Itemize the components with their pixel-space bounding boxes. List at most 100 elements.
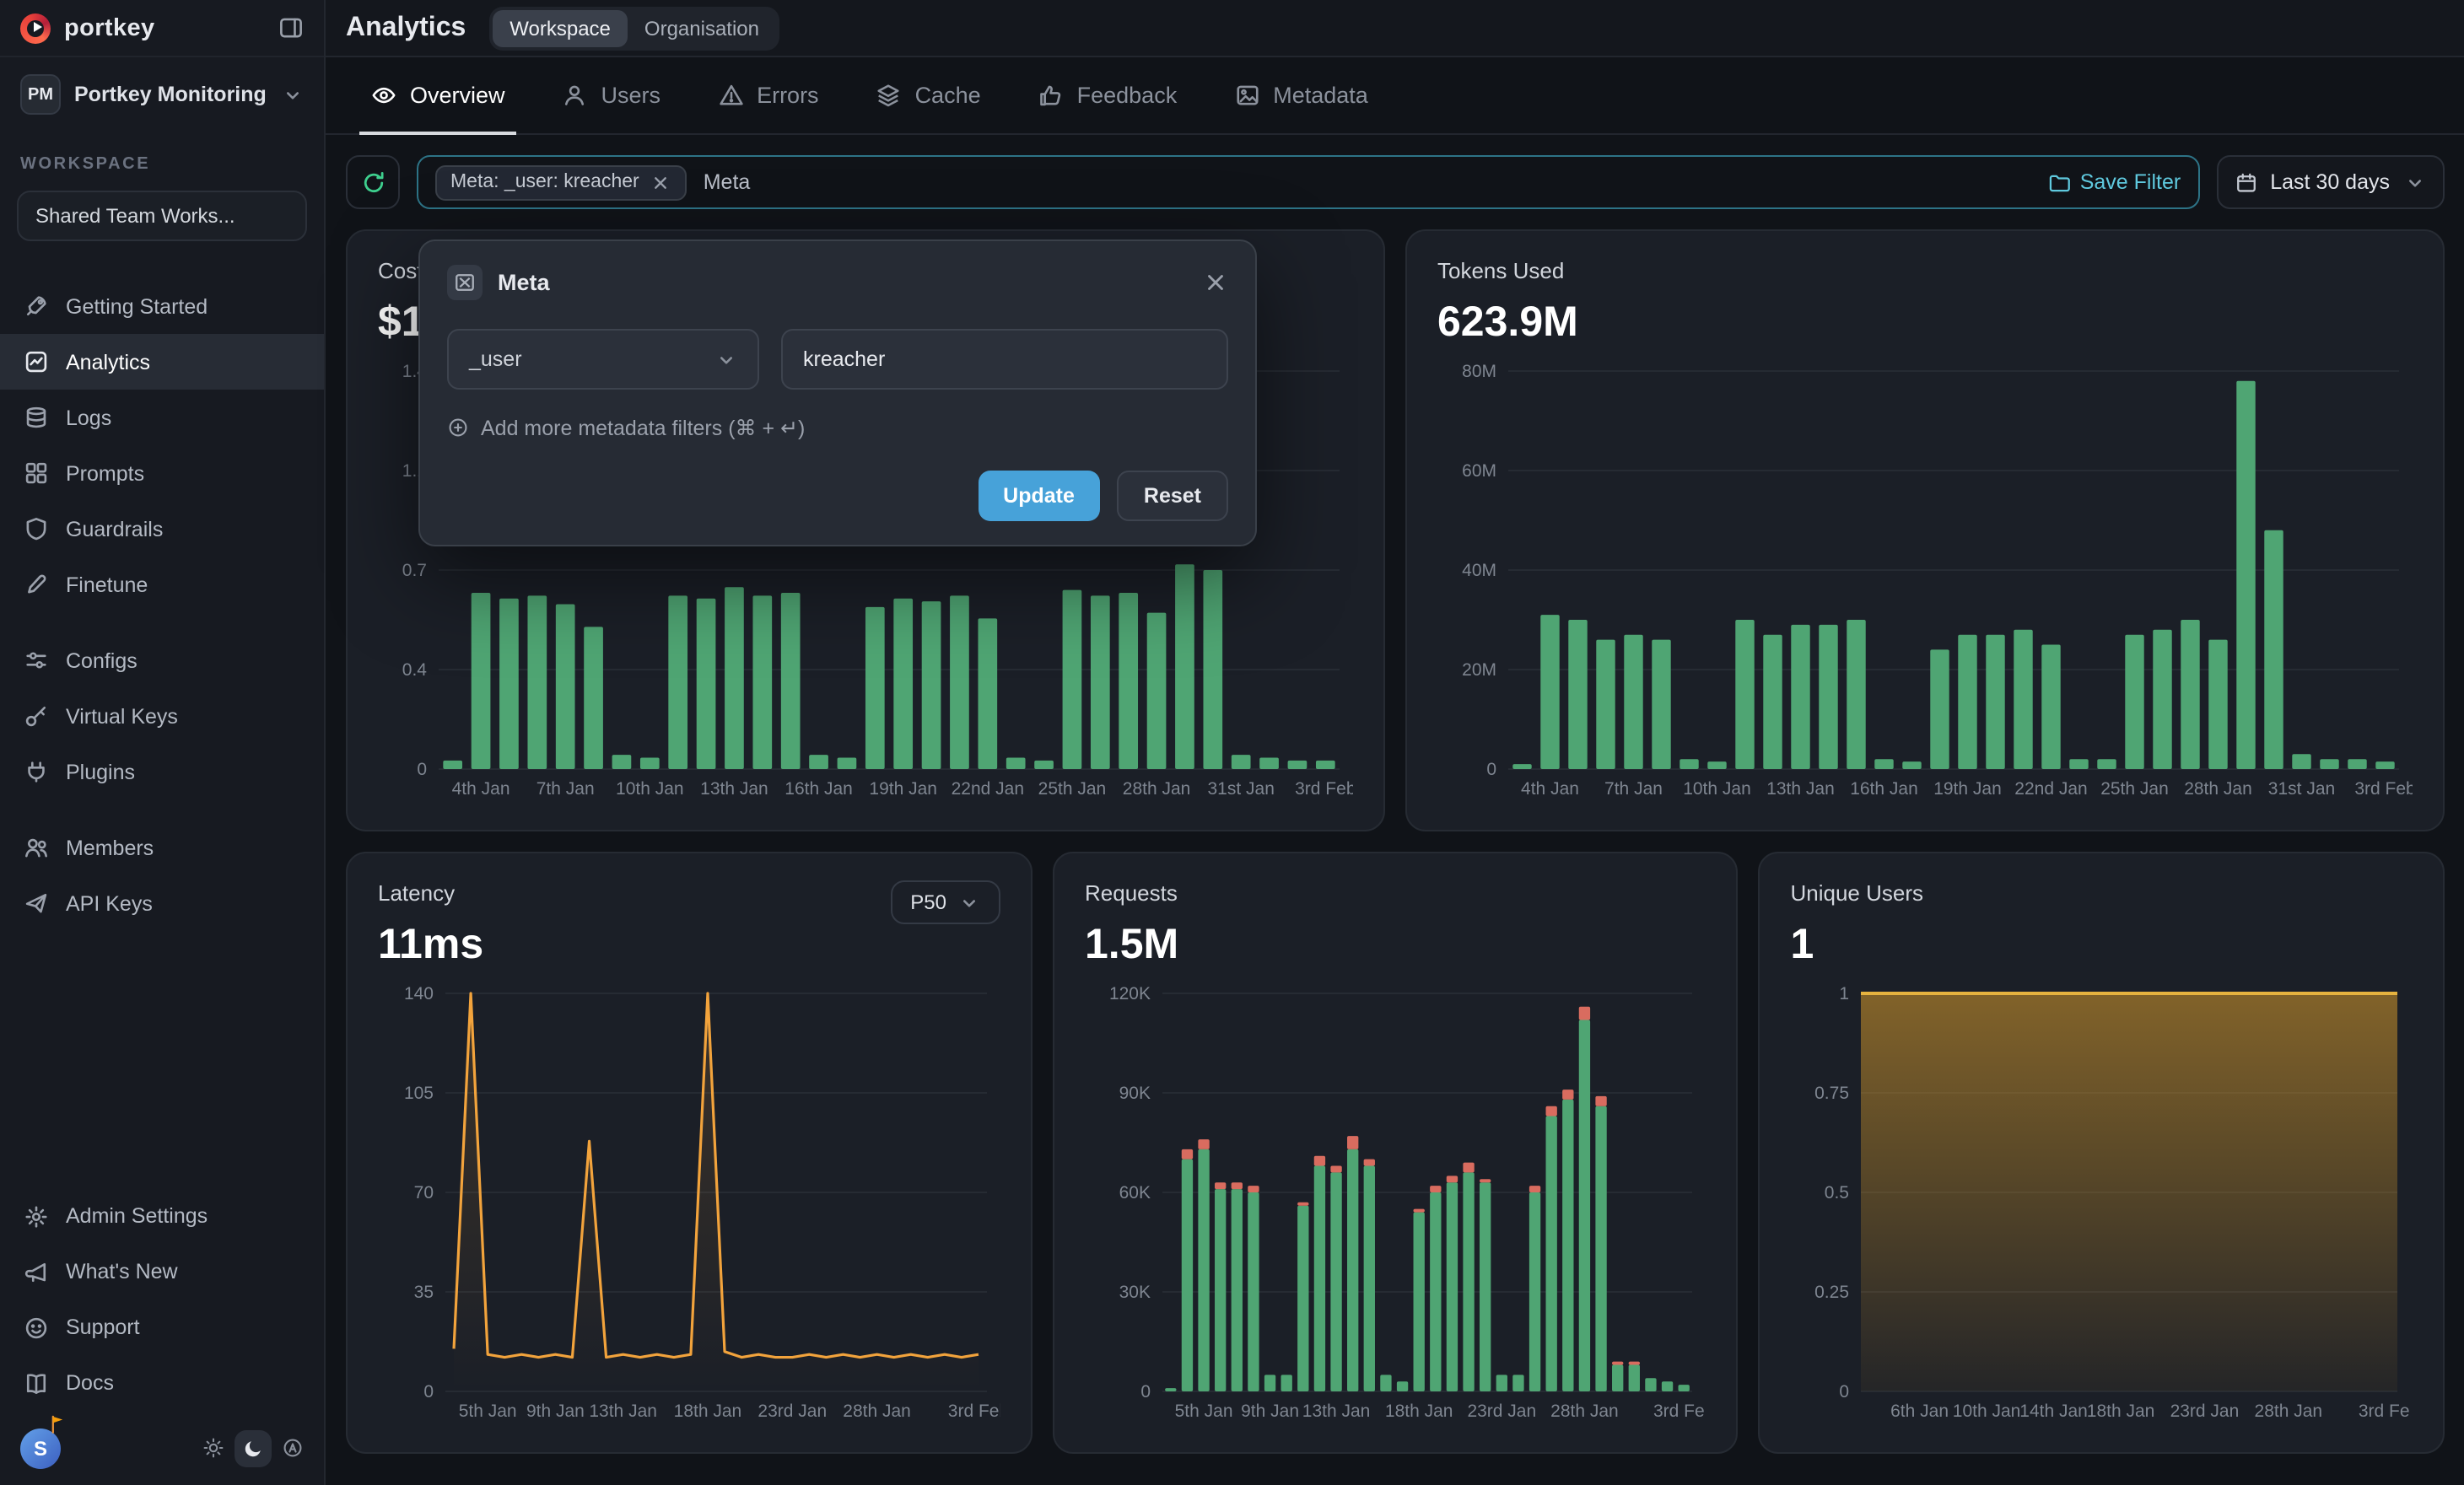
shield-icon [24, 516, 49, 541]
svg-text:20M: 20M [1462, 660, 1496, 680]
svg-text:25th Jan: 25th Jan [1038, 779, 1107, 799]
meta-icon [447, 265, 483, 300]
svg-text:3rd Feb: 3rd Feb [2354, 779, 2413, 799]
org-name: Portkey Monitoring [74, 83, 267, 106]
sidebar-item-label: Docs [66, 1371, 114, 1395]
chevron-down-icon [2403, 171, 2425, 193]
update-button[interactable]: Update [978, 471, 1100, 521]
chevron-down-icon [958, 891, 980, 913]
svg-text:19th Jan: 19th Jan [1933, 779, 2002, 799]
svg-text:18th Jan: 18th Jan [1385, 1402, 1453, 1421]
svg-text:60K: 60K [1119, 1183, 1151, 1203]
sidebar-item-logs[interactable]: Logs [0, 390, 324, 445]
close-icon[interactable] [1203, 270, 1228, 295]
svg-text:35: 35 [414, 1283, 434, 1302]
page-title: Analytics [346, 13, 466, 43]
theme-toggle [202, 1429, 304, 1466]
tab-errors[interactable]: Errors [689, 57, 848, 133]
tab-label: Users [601, 83, 661, 108]
sidebar-item-docs[interactable]: Docs [0, 1355, 324, 1411]
sidebar-collapse-icon[interactable] [278, 15, 304, 40]
svg-text:7th Jan: 7th Jan [1604, 779, 1663, 799]
tab-users[interactable]: Users [534, 57, 690, 133]
svg-text:4th Jan: 4th Jan [452, 779, 510, 799]
filter-input-bar[interactable]: Meta: _user: kreacher Meta Save Filter [417, 155, 2199, 209]
save-filter-button[interactable]: Save Filter [2048, 170, 2181, 194]
svg-text:28th Jan: 28th Jan [843, 1402, 911, 1421]
tab-cache[interactable]: Cache [848, 57, 1010, 133]
svg-text:14th Jan: 14th Jan [2020, 1402, 2089, 1421]
svg-text:23rd Jan: 23rd Jan [1467, 1402, 1536, 1421]
org-badge: PM [20, 74, 61, 115]
sidebar-header: portkey [0, 0, 324, 57]
svg-text:28th Jan: 28th Jan [1123, 779, 1191, 799]
svg-text:40M: 40M [1462, 561, 1496, 580]
sliders-icon [24, 648, 49, 673]
meta-key-select[interactable]: _user [447, 329, 759, 390]
svg-text:13th Jan: 13th Jan [589, 1402, 657, 1421]
meta-value-input[interactable] [781, 329, 1228, 390]
calendar-icon [2235, 171, 2256, 193]
unique-users-card: Unique Users 1 10.750.50.2506th Jan10th … [1759, 852, 2445, 1454]
card-title: Unique Users [1791, 880, 2413, 906]
percentile-select[interactable]: P50 [890, 880, 1000, 924]
tab-feedback[interactable]: Feedback [1010, 57, 1206, 133]
close-icon[interactable] [650, 171, 671, 193]
sidebar-item-configs[interactable]: Configs [0, 632, 324, 688]
svg-text:18th Jan: 18th Jan [674, 1402, 742, 1421]
sidebar-item-virtual-keys[interactable]: Virtual Keys [0, 688, 324, 744]
person-icon [563, 83, 588, 108]
sidebar-item-finetune[interactable]: Finetune [0, 557, 324, 612]
brand-name: portkey [64, 14, 155, 41]
latency-card: Latency 11ms P50 140105703505th Jan9th J… [346, 852, 1033, 1454]
sidebar-item-admin-settings[interactable]: Admin Settings [0, 1188, 324, 1244]
chip-label: Meta: _user: kreacher [450, 172, 639, 192]
sidebar-item-guardrails[interactable]: Guardrails [0, 501, 324, 557]
svg-text:30K: 30K [1119, 1283, 1151, 1302]
tab-overview[interactable]: Overview [342, 57, 534, 133]
sidebar-item-prompts[interactable]: Prompts [0, 445, 324, 501]
workspace-selector[interactable]: Shared Team Works... [17, 191, 307, 241]
sidebar-item-api-keys[interactable]: API Keys [0, 875, 324, 931]
nav-gap [0, 612, 324, 632]
svg-text:3rd Feb: 3rd Feb [1295, 779, 1353, 799]
avatar-initial: S [34, 1436, 47, 1460]
sidebar-item-analytics[interactable]: Analytics [0, 334, 324, 390]
image-icon [1234, 83, 1259, 108]
sidebar-item-members[interactable]: Members [0, 820, 324, 875]
avatar[interactable]: S [20, 1428, 61, 1468]
scope-organisation[interactable]: Organisation [628, 9, 776, 46]
layers-icon [876, 83, 902, 108]
tab-metadata[interactable]: Metadata [1205, 57, 1397, 133]
light-theme-icon[interactable] [202, 1437, 224, 1459]
auto-theme-icon[interactable] [282, 1437, 304, 1459]
requests-card: Requests 1.5M 120K90K60K30K05th Jan9th J… [1053, 852, 1739, 1454]
tab-bar: Overview Users Errors Cache Feedback Met… [326, 57, 2464, 135]
charts-row-2: Latency 11ms P50 140105703505th Jan9th J… [346, 852, 2444, 1454]
latency-chart: 140105703505th Jan9th Jan13th Jan18th Ja… [378, 983, 1000, 1425]
sidebar-item-getting-started[interactable]: Getting Started [0, 278, 324, 334]
svg-text:4th Jan: 4th Jan [1521, 779, 1579, 799]
sidebar-item-label: Plugins [66, 760, 135, 783]
org-selector[interactable]: PM Portkey Monitoring [0, 57, 324, 128]
meta-filter-chip[interactable]: Meta: _user: kreacher [435, 164, 687, 200]
sidebar-item-whats-new[interactable]: What's New [0, 1244, 324, 1299]
reset-button[interactable]: Reset [1117, 471, 1228, 521]
workspace-section-label: WORKSPACE [0, 128, 324, 187]
scope-toggle: Workspace Organisation [489, 6, 779, 50]
chevron-down-icon [715, 348, 737, 370]
scope-workspace[interactable]: Workspace [493, 9, 628, 46]
sidebar-item-plugins[interactable]: Plugins [0, 744, 324, 799]
dark-theme-icon[interactable] [235, 1429, 272, 1466]
users-icon [24, 835, 49, 860]
svg-text:31st Jan: 31st Jan [1207, 779, 1274, 799]
refresh-button[interactable] [346, 155, 400, 209]
pen-icon [24, 572, 49, 597]
add-more-filters-button[interactable]: Add more metadata filters (⌘ + ↵) [447, 415, 1228, 440]
flag-icon [47, 1412, 69, 1434]
svg-text:60M: 60M [1462, 461, 1496, 481]
tab-label: Feedback [1077, 83, 1178, 108]
sidebar-item-label: Virtual Keys [66, 704, 178, 728]
date-range-select[interactable]: Last 30 days [2216, 155, 2444, 209]
sidebar-item-support[interactable]: Support [0, 1299, 324, 1355]
